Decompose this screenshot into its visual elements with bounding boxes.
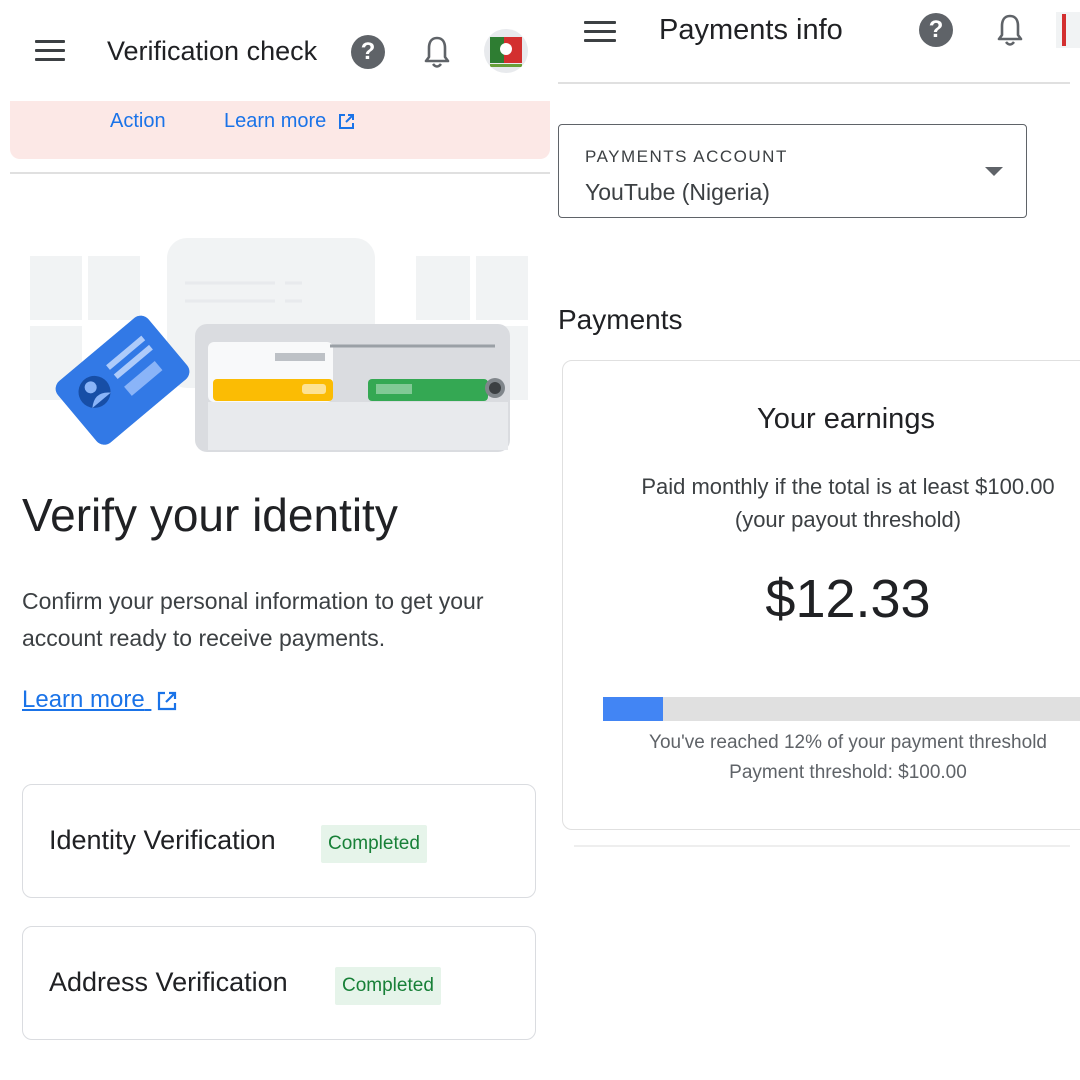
divider (10, 172, 550, 174)
address-verification-card[interactable]: Address Verification Completed (22, 926, 536, 1040)
progress-text: You've reached 12% of your payment thres… (649, 732, 1047, 753)
learn-more-link[interactable]: Learn more (22, 686, 177, 714)
page-title: Verification check (107, 36, 318, 66)
threshold-text: Payment threshold: $100.00 (729, 762, 967, 783)
threshold-progress-bar (603, 697, 1080, 721)
identity-verification-card[interactable]: Identity Verification Completed (22, 784, 536, 898)
verification-check-screen: Verification check ? Action Learn more V… (0, 0, 550, 1080)
verification-illustration (30, 238, 528, 452)
verify-heading: Verify your identity (22, 489, 398, 541)
earnings-title: Your earnings (757, 403, 935, 435)
divider (558, 82, 1070, 84)
earnings-amount: $12.33 (765, 569, 931, 629)
avatar[interactable] (1056, 12, 1080, 48)
verification-label: Identity Verification (49, 825, 276, 855)
threshold-progress-fill (603, 697, 663, 721)
status-badge: Completed (321, 825, 427, 863)
divider (574, 845, 1070, 847)
verification-label: Address Verification (49, 967, 288, 997)
dropdown-arrow-icon (985, 167, 1003, 176)
payments-info-screen: Payments info ? PAYMENTS ACCOUNT YouTube… (556, 0, 1080, 1080)
section-title: Payments (558, 304, 683, 335)
page-title: Payments info (659, 14, 843, 46)
banner-learn-more-link[interactable]: Learn more (224, 110, 355, 133)
avatar[interactable] (484, 29, 528, 73)
help-icon[interactable]: ? (351, 35, 385, 69)
status-badge: Completed (335, 967, 441, 1005)
external-link-icon (338, 114, 354, 130)
menu-icon[interactable] (35, 40, 65, 62)
verify-description: Confirm your personal information to get… (22, 588, 484, 651)
banner-learn-more-label: Learn more (224, 110, 327, 132)
payments-account-select[interactable]: PAYMENTS ACCOUNT YouTube (Nigeria) (558, 124, 1027, 218)
earnings-subtitle: Paid monthly if the total is at least $1… (641, 474, 1055, 532)
menu-icon[interactable] (584, 21, 616, 43)
external-link-icon (158, 691, 177, 710)
learn-more-label: Learn more (22, 686, 145, 713)
help-icon[interactable]: ? (919, 13, 953, 47)
select-value: YouTube (Nigeria) (585, 179, 770, 205)
action-link[interactable]: Action (110, 110, 166, 133)
notification-bell-icon[interactable] (423, 35, 451, 69)
select-label: PAYMENTS ACCOUNT (585, 147, 788, 166)
notification-bell-icon[interactable] (996, 13, 1024, 47)
